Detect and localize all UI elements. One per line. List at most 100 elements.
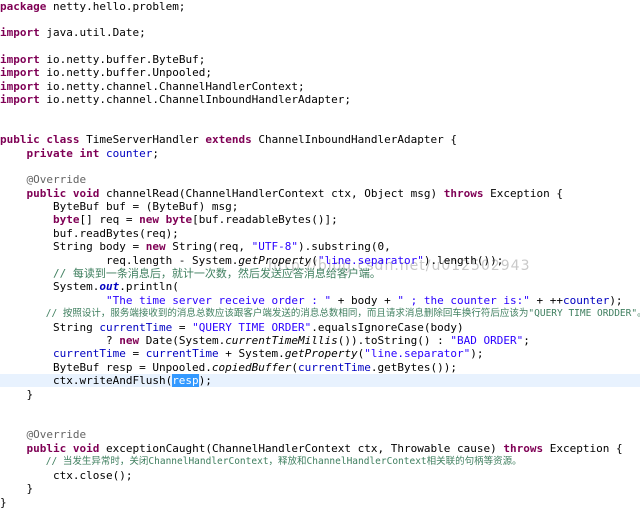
code-token: String body =	[0, 240, 146, 253]
current-line[interactable]: ctx.writeAndFlush(resp);	[0, 374, 640, 387]
keyword-token: import	[0, 66, 40, 79]
code-line: @Override	[0, 428, 640, 441]
code-line: }	[0, 496, 640, 509]
code-line: public void exceptionCaught(ChannelHandl…	[0, 442, 640, 455]
code-token: ByteBuf buf = (ByteBuf) msg;	[0, 200, 239, 213]
code-line: import io.netty.buffer.Unpooled;	[0, 66, 640, 79]
keyword-token: byte	[52, 213, 80, 226]
code-editor[interactable]: http://blog.csdn.net/u012502943 package …	[0, 0, 640, 516]
static-method-token: getProperty	[238, 254, 312, 267]
code-token: ctx.writeAndFlush(	[0, 374, 173, 387]
keyword-token: int	[79, 147, 100, 160]
code-line: System.out.println(	[0, 280, 640, 293]
code-token: Exception {	[483, 187, 563, 200]
code-token: channelRead(ChannelHandlerContext ctx, O…	[99, 187, 444, 200]
keyword-token: throws	[443, 187, 484, 200]
code-line: req.length - System.getProperty("line.se…	[0, 254, 640, 267]
code-token: ()).toString() :	[337, 334, 451, 347]
code-token: io.netty.channel.ChannelHandlerContext;	[39, 80, 305, 93]
keyword-token: import	[0, 80, 40, 93]
code-token: ;	[523, 334, 530, 347]
code-line: String currentTime = "QUERY TIME ORDER".…	[0, 321, 640, 334]
code-line: String body = new String(req, "UTF-8").s…	[0, 240, 640, 253]
code-token: ;	[152, 147, 159, 160]
code-token: netty.hello.problem;	[46, 0, 186, 13]
comment-token: // 每读到一条消息后，就计一次数，然后发送应答消息给客户端。	[52, 267, 381, 280]
comment-token: // 按照设计，服务端接收到的消息总数应该跟客户端发送的消息总数相同，而且请求消…	[45, 308, 640, 319]
code-token: + System.	[218, 347, 285, 360]
code-line: @Override	[0, 173, 640, 186]
string-token: "QUERY TIME ORDER"	[192, 321, 312, 334]
field-token: currentTime	[52, 347, 126, 360]
code-token: }	[0, 482, 34, 495]
keyword-token: new	[145, 240, 166, 253]
string-token: "UTF-8"	[251, 240, 299, 253]
static-method-token: currentTimeMillis	[225, 334, 338, 347]
string-token: "The time server receive order : "	[105, 294, 332, 307]
annotation-token: @Override	[26, 173, 87, 186]
comment-line: // 按照设计，服务端接收到的消息总数应该跟客户端发送的消息总数相同，而且请求消…	[0, 307, 640, 320]
code-line: public void channelRead(ChannelHandlerCo…	[0, 187, 640, 200]
selected-text[interactable]: resp	[172, 374, 199, 387]
code-token: );	[609, 294, 623, 307]
code-line: import java.util.Date;	[0, 26, 640, 39]
code-token: Exception {	[543, 442, 623, 455]
comment-line: // 每读到一条消息后，就计一次数，然后发送应答消息给客户端。	[0, 267, 640, 280]
code-line: ctx.close();	[0, 469, 640, 482]
code-line: private int counter;	[0, 147, 640, 160]
code-line: }	[0, 482, 640, 495]
code-token: System.	[0, 280, 100, 293]
keyword-token: throws	[503, 442, 544, 455]
code-token: io.netty.channel.ChannelInboundHandlerAd…	[39, 93, 352, 106]
code-line: ByteBuf buf = (ByteBuf) msg;	[0, 200, 640, 213]
keyword-token: class	[46, 133, 80, 146]
code-token: String	[0, 321, 100, 334]
code-token: req.length - System.	[0, 254, 239, 267]
string-token: "BAD ORDER"	[450, 334, 524, 347]
field-token: currentTime	[298, 361, 371, 374]
annotation-token: @Override	[26, 428, 87, 441]
code-line: currentTime = currentTime + System.getPr…	[0, 347, 640, 360]
code-line: import io.netty.buffer.ByteBuf;	[0, 53, 640, 66]
code-token: }	[0, 496, 7, 509]
code-token: TimeServerHandler	[79, 133, 206, 146]
comment-line: // 当发生异常时，关闭ChannelHandlerContext，释放和Cha…	[0, 455, 640, 468]
string-token: " ; the counter is:"	[397, 294, 530, 307]
code-token: .getBytes());	[370, 361, 457, 374]
static-method-token: getProperty	[284, 347, 358, 360]
string-token: "line.separator"	[364, 347, 471, 360]
keyword-token: package	[0, 0, 47, 13]
code-line: ? new Date(System.currentTimeMillis()).t…	[0, 334, 640, 347]
keyword-token: public	[0, 133, 40, 146]
code-token: + ++	[529, 294, 563, 307]
code-token: ?	[0, 334, 120, 347]
keyword-token: void	[72, 442, 100, 455]
code-token: exceptionCaught(ChannelHandlerContext ct…	[99, 442, 504, 455]
code-token: java.util.Date;	[39, 26, 146, 39]
code-line: package netty.hello.problem;	[0, 0, 640, 13]
code-line: byte[] req = new byte[buf.readableBytes(…	[0, 213, 640, 226]
code-token: .println(	[119, 280, 179, 293]
code-token: ctx.close();	[0, 469, 133, 482]
code-token: + body +	[331, 294, 398, 307]
code-token: [buf.readableBytes()];	[192, 213, 338, 226]
code-token: io.netty.buffer.Unpooled;	[39, 66, 212, 79]
code-token: ).substring(0,	[298, 240, 391, 253]
comment-token: // 当发生异常时，关闭ChannelHandlerContext，释放和Cha…	[45, 456, 522, 467]
code-line: ByteBuf resp = Unpooled.copiedBuffer(cur…	[0, 361, 640, 374]
field-token: currentTime	[145, 347, 219, 360]
keyword-token: new	[119, 334, 140, 347]
